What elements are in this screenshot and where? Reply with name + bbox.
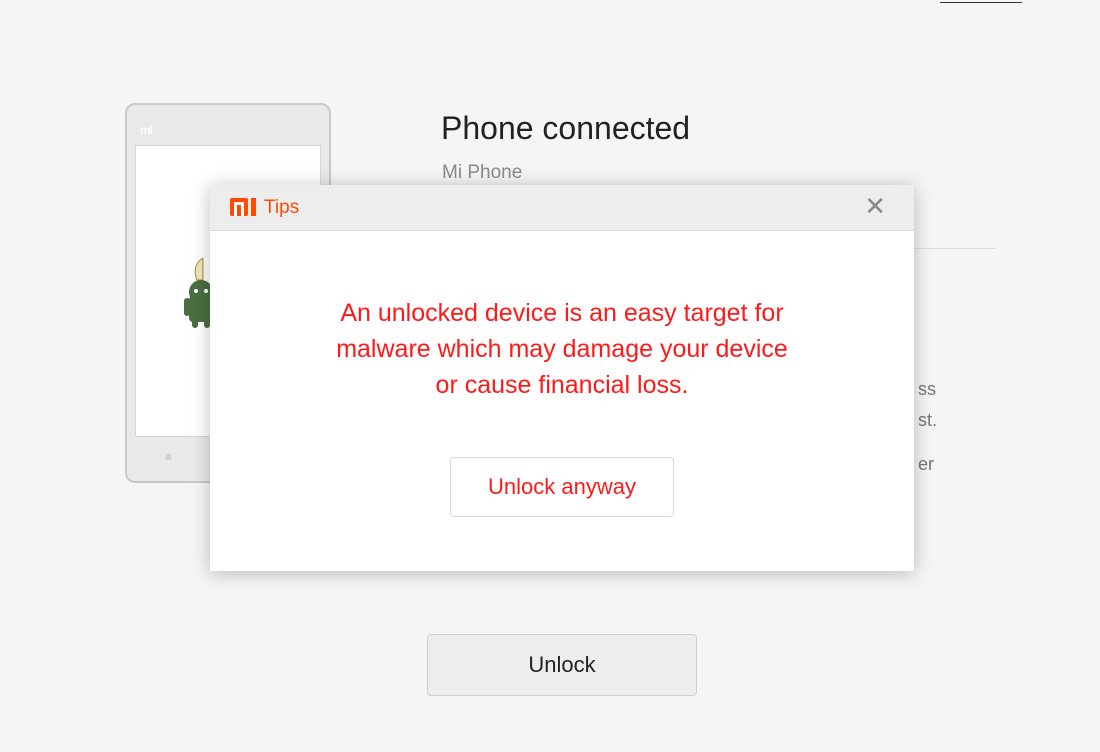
unlock-button[interactable]: Unlock	[427, 634, 697, 696]
close-icon[interactable]: ✕	[864, 193, 886, 219]
info-note-fragment-3: er	[918, 454, 935, 474]
warning-message-line-1: An unlocked device is an easy target for	[340, 299, 784, 327]
warning-message-line-2: malware which may damage your device	[336, 335, 788, 363]
chevron-left-icon: <	[927, 0, 934, 3]
device-name: Mi Phone	[442, 162, 523, 183]
tips-dialog: Tips ✕ An unlocked device is an easy tar…	[210, 185, 914, 571]
info-note-fragment-1: ss	[918, 379, 936, 399]
dialog-header: Tips ✕	[210, 185, 914, 231]
top-link-area: <	[927, 0, 1022, 3]
warning-message-line-3: or cause financial loss.	[435, 371, 689, 399]
top-right-link[interactable]	[940, 0, 1022, 3]
connection-title: Phone connected	[441, 110, 691, 146]
unlock-anyway-button[interactable]: Unlock anyway	[450, 457, 674, 517]
menu-icon: ≡	[165, 450, 173, 464]
phone-logo: mi	[140, 123, 153, 137]
warning-message: An unlocked device is an easy target for…	[210, 295, 914, 403]
dialog-title: Tips	[264, 197, 300, 218]
info-note-fragment-2: st.	[918, 410, 938, 430]
mi-logo-icon	[230, 198, 256, 216]
